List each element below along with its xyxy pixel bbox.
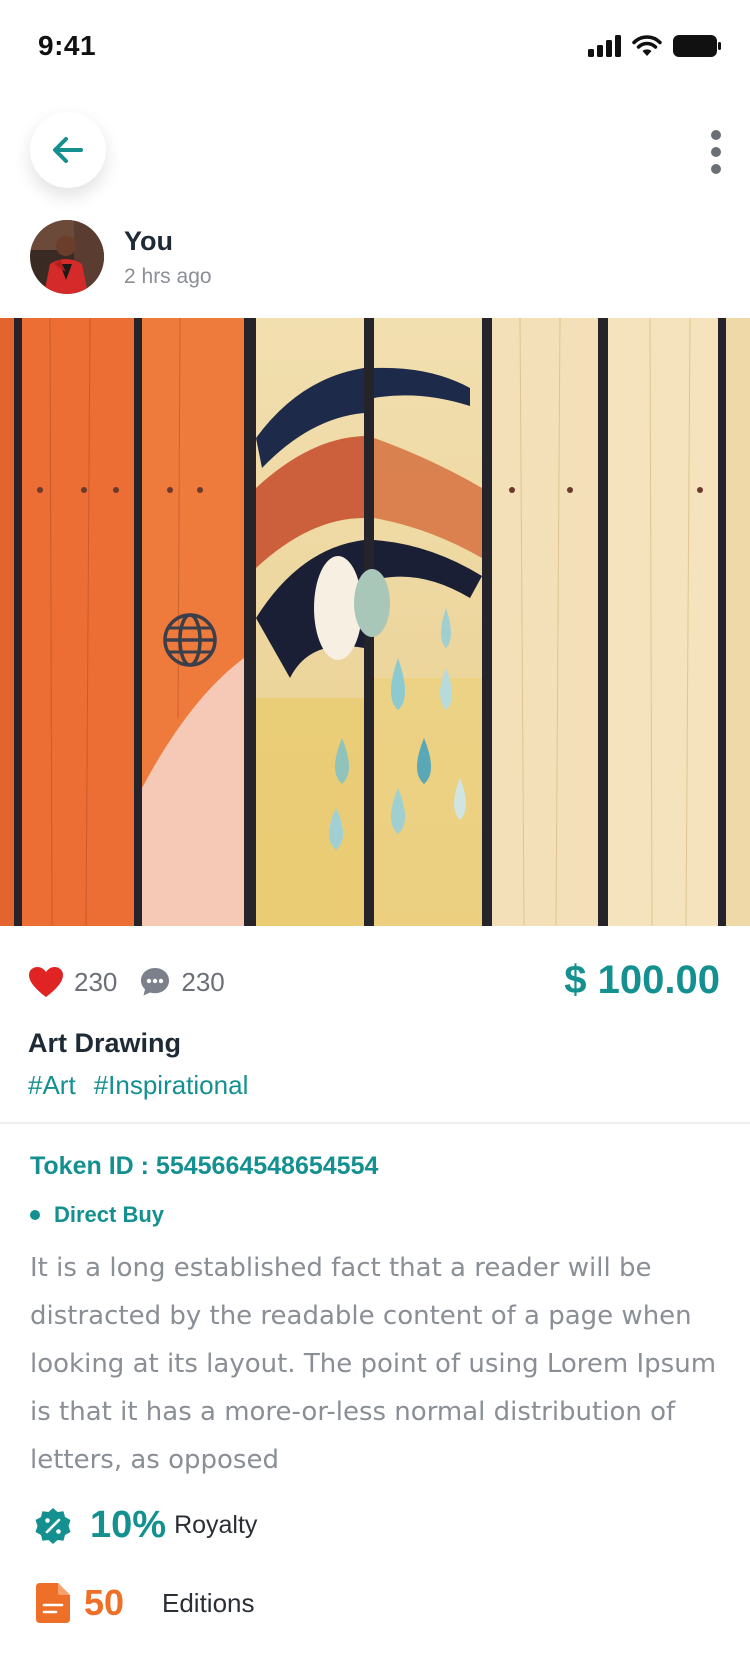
post-title: Art Drawing <box>28 1028 182 1058</box>
tag[interactable]: #Inspirational <box>94 1070 249 1101</box>
price: $ 100.00 <box>564 958 720 1002</box>
author-name[interactable]: You <box>124 226 212 257</box>
cellular-signal-icon <box>588 35 621 57</box>
avatar[interactable] <box>30 220 104 294</box>
heart-icon <box>29 967 63 997</box>
royalty-value: 10% <box>90 1504 167 1546</box>
percent-badge-icon <box>35 1507 71 1544</box>
globe-icon <box>163 613 217 667</box>
back-button[interactable] <box>30 112 106 188</box>
comment-count: 230 <box>181 966 225 997</box>
like-button[interactable]: 230 <box>28 966 117 998</box>
document-icon <box>36 1583 70 1623</box>
chat-bubble-icon <box>141 968 170 996</box>
tag[interactable]: #Art <box>28 1070 76 1101</box>
like-count: 230 <box>74 966 118 997</box>
artwork-image[interactable] <box>0 318 750 926</box>
comment-button[interactable]: 230 <box>139 966 225 998</box>
status-icons <box>588 34 722 58</box>
post-stats: 230 230 <box>28 966 247 998</box>
editions-value: 50 <box>84 1582 125 1623</box>
editions-label: Editions <box>162 1587 255 1618</box>
status-time: 9:41 <box>38 30 97 61</box>
post-time: 2 hrs ago <box>124 264 212 288</box>
editions-info: 50 Editions <box>36 1582 255 1624</box>
status-dot <box>30 1210 40 1220</box>
post-author[interactable]: You 2 hrs ago <box>30 220 212 294</box>
battery-icon <box>673 35 721 57</box>
arrow-left-icon <box>53 137 83 163</box>
description: It is a long established fact that a rea… <box>30 1253 717 1475</box>
buy-type-label: Direct Buy <box>54 1202 165 1227</box>
tag-list: #Art #Inspirational <box>28 1070 248 1101</box>
wifi-icon <box>632 35 662 56</box>
more-dot <box>711 164 721 174</box>
royalty-label: Royalty <box>174 1511 258 1539</box>
buy-type-badge: Direct Buy <box>30 1202 164 1228</box>
royalty-info: 10% Royalty <box>34 1504 257 1547</box>
more-options-button[interactable] <box>708 130 724 174</box>
more-vertical-icon <box>711 130 721 140</box>
status-bar: 9:41 <box>0 0 750 96</box>
token-id: Token ID : 5545664548654554 <box>30 1152 379 1180</box>
avatar-image <box>30 220 104 294</box>
more-dot <box>711 147 721 157</box>
divider <box>0 1122 750 1124</box>
